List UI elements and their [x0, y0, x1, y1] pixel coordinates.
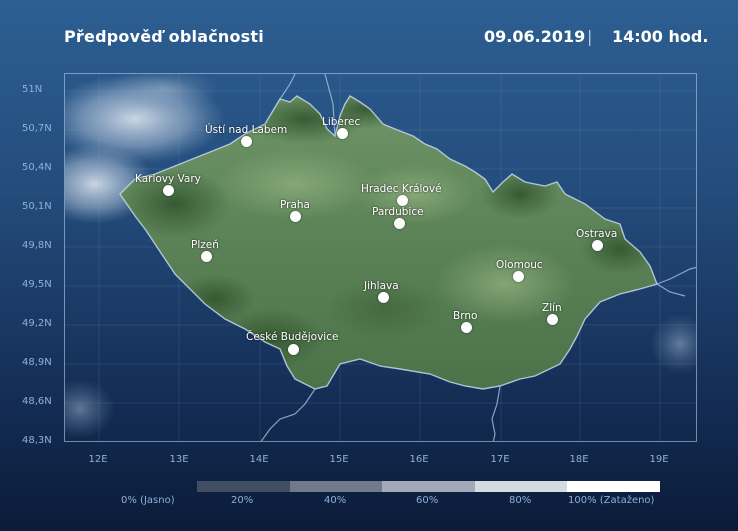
lat-label-48-9: 48,9N: [22, 357, 52, 368]
legend-label-60: 60%: [416, 495, 439, 506]
czech-relief-map: [65, 74, 696, 441]
lon-label-15: 15E: [329, 454, 349, 465]
lat-label-49-2: 49,2N: [22, 318, 52, 329]
cloud-area-southwest: [65, 379, 115, 439]
lat-label-48-3: 48,3N: [22, 435, 52, 446]
legend-swatch-40-60: [382, 481, 475, 492]
city-marker-usti-nad-labem[interactable]: [241, 136, 252, 147]
city-label-pardubice: Pardubice: [372, 206, 424, 218]
map-area: [64, 73, 697, 442]
legend-label-80: 80%: [509, 495, 532, 506]
city-marker-hradec-kralove[interactable]: [397, 195, 408, 206]
legend-label-20: 20%: [231, 495, 254, 506]
border-germany-austria: [260, 388, 316, 441]
lat-label-51: 51N: [22, 84, 43, 95]
lon-label-16: 16E: [409, 454, 429, 465]
city-label-olomouc: Olomouc: [496, 259, 543, 271]
header-separator: |: [587, 27, 593, 46]
lat-label-50-7: 50,7N: [22, 123, 52, 134]
map-title: Předpověď oblačnosti: [64, 27, 264, 46]
city-label-liberec: Liberec: [322, 116, 361, 128]
legend-swatch-0-20: [197, 481, 290, 492]
city-label-zlin: Zlín: [542, 302, 562, 314]
city-marker-zlin[interactable]: [547, 314, 558, 325]
lon-label-19: 19E: [649, 454, 669, 465]
legend-label-40: 40%: [324, 495, 347, 506]
city-label-ceske-budejovice: České Budějovice: [246, 331, 339, 343]
lon-label-14: 14E: [249, 454, 269, 465]
city-marker-ceske-budejovice[interactable]: [288, 344, 299, 355]
border-poland-slovakia-east: [656, 266, 696, 285]
legend-swatch-60-80: [475, 481, 567, 492]
lat-label-49-8: 49,8N: [22, 240, 52, 251]
city-marker-karlovy-vary[interactable]: [163, 185, 174, 196]
city-marker-olomouc[interactable]: [513, 271, 524, 282]
lat-label-49-5: 49,5N: [22, 279, 52, 290]
city-label-brno: Brno: [453, 310, 478, 322]
legend-label-0: 0% (Jasno): [121, 495, 175, 506]
city-label-jihlava: Jihlava: [364, 280, 399, 292]
lat-label-50-1: 50,1N: [22, 201, 52, 212]
lon-label-18: 18E: [569, 454, 589, 465]
lat-label-50-4: 50,4N: [22, 162, 52, 173]
lon-label-17: 17E: [490, 454, 510, 465]
border-austria-slovakia: [491, 385, 501, 441]
city-label-ostrava: Ostrava: [576, 228, 618, 240]
city-label-usti-nad-labem: Ústí nad Labem: [205, 124, 288, 136]
forecast-time: 14:00 hod.: [612, 27, 709, 46]
city-marker-pardubice[interactable]: [394, 218, 405, 229]
lat-label-48-6: 48,6N: [22, 396, 52, 407]
city-marker-jihlava[interactable]: [378, 292, 389, 303]
legend-swatch-20-40: [290, 481, 382, 492]
city-label-praha: Praha: [280, 199, 310, 211]
forecast-date: 09.06.2019: [484, 27, 586, 46]
city-marker-brno[interactable]: [461, 322, 472, 333]
city-marker-praha[interactable]: [290, 211, 301, 222]
city-marker-ostrava[interactable]: [592, 240, 603, 251]
legend-swatch-80-100: [567, 481, 660, 492]
city-marker-plzen[interactable]: [201, 251, 212, 262]
city-marker-liberec[interactable]: [337, 128, 348, 139]
city-label-karlovy-vary: Karlovy Vary: [135, 173, 201, 185]
city-label-plzen: Plzeň: [191, 239, 219, 251]
lon-label-12: 12E: [88, 454, 108, 465]
border-germany-poland: [279, 74, 296, 100]
header: Předpověď oblačnosti 09.06.2019 | 14:00 …: [0, 0, 738, 70]
lon-label-13: 13E: [169, 454, 189, 465]
cloud-area-east: [650, 314, 696, 374]
legend-label-100: 100% (Zataženo): [568, 495, 655, 506]
city-label-hradec-kralove: Hradec Králové: [361, 183, 442, 195]
